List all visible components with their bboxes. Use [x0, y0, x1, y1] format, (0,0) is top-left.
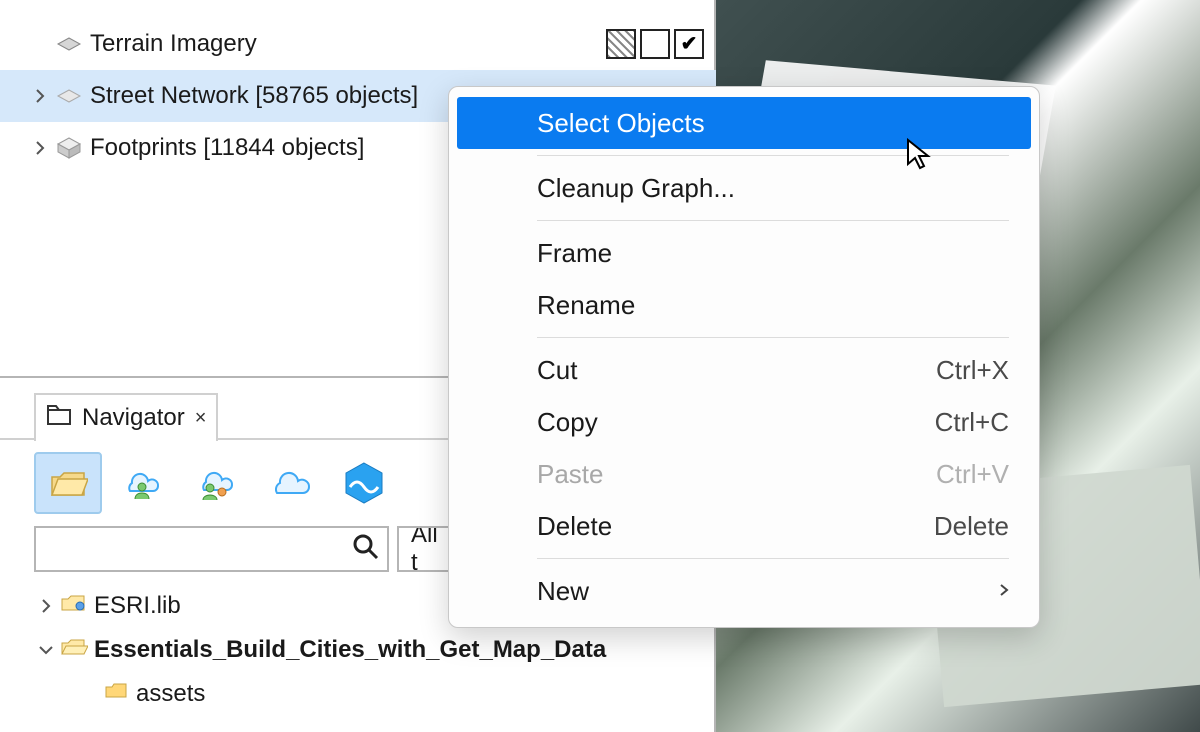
folder-label: ESRI.lib: [88, 592, 181, 620]
close-icon[interactable]: ×: [195, 407, 207, 430]
ctx-separator: [537, 155, 1009, 156]
ctx-label: Cleanup Graph...: [537, 173, 735, 204]
tool-cloud-user[interactable]: [108, 452, 176, 514]
ctx-label: Delete: [537, 511, 612, 542]
ctx-label: Frame: [537, 238, 612, 269]
search-icon: [351, 532, 379, 567]
layer-checkboxes: [606, 29, 704, 59]
navigator-tab[interactable]: Navigator ×: [34, 393, 218, 441]
ctx-label: New: [537, 576, 589, 607]
ctx-label: Copy: [537, 407, 598, 438]
folder-row-project[interactable]: Essentials_Build_Cities_with_Get_Map_Dat…: [34, 628, 714, 672]
tool-service[interactable]: [330, 452, 398, 514]
ctx-label: Select Objects: [537, 108, 705, 139]
layer-row-terrain[interactable]: Terrain Imagery: [0, 18, 716, 70]
folder-outline-icon: [46, 404, 72, 433]
layer-terrain-icon: [56, 33, 82, 55]
ctx-frame[interactable]: Frame: [457, 227, 1031, 279]
ctx-cleanup-graph[interactable]: Cleanup Graph...: [457, 162, 1031, 214]
expand-arrow-icon[interactable]: [28, 136, 52, 160]
navigator-tab-label: Navigator: [82, 404, 185, 432]
expand-arrow-icon[interactable]: [34, 594, 58, 618]
folder-shared-icon: [60, 592, 88, 621]
chevron-right-icon: [999, 581, 1009, 602]
ctx-shortcut: Delete: [934, 511, 1009, 542]
ctx-label: Rename: [537, 290, 635, 321]
tool-local-folder[interactable]: [34, 452, 102, 514]
expand-down-icon[interactable]: [34, 638, 58, 662]
folder-open-icon: [60, 636, 88, 665]
ctx-shortcut: Ctrl+C: [935, 407, 1009, 438]
ctx-new[interactable]: New: [457, 565, 1031, 617]
context-menu[interactable]: Select Objects Cleanup Graph... Frame Re…: [448, 86, 1040, 628]
ctx-copy[interactable]: Copy Ctrl+C: [457, 396, 1031, 448]
folder-label: Essentials_Build_Cities_with_Get_Map_Dat…: [88, 636, 606, 664]
ctx-separator: [537, 337, 1009, 338]
expand-arrow-icon[interactable]: [28, 84, 52, 108]
tool-cloud[interactable]: [256, 452, 324, 514]
checkbox-col3[interactable]: [674, 29, 704, 59]
layer-network-icon: [56, 85, 82, 107]
ctx-cut[interactable]: Cut Ctrl+X: [457, 344, 1031, 396]
ctx-label: Cut: [537, 355, 577, 386]
ctx-delete[interactable]: Delete Delete: [457, 500, 1031, 552]
ctx-shortcut: Ctrl+X: [936, 355, 1009, 386]
layer-3d-icon: [56, 137, 82, 159]
ctx-label: Paste: [537, 459, 604, 490]
ctx-select-objects[interactable]: Select Objects: [457, 97, 1031, 149]
ctx-shortcut: Ctrl+V: [936, 459, 1009, 490]
folder-icon: [104, 680, 130, 708]
filter-label: All t: [411, 526, 443, 572]
checkbox-col1[interactable]: [606, 29, 636, 59]
ctx-paste: Paste Ctrl+V: [457, 448, 1031, 500]
checkbox-col2[interactable]: [640, 29, 670, 59]
tool-cloud-group[interactable]: [182, 452, 250, 514]
folder-row-assets[interactable]: assets: [34, 672, 714, 716]
folder-label: assets: [130, 680, 205, 708]
ctx-separator: [537, 220, 1009, 221]
ctx-separator: [537, 558, 1009, 559]
search-input[interactable]: [34, 526, 389, 572]
ctx-rename[interactable]: Rename: [457, 279, 1031, 331]
